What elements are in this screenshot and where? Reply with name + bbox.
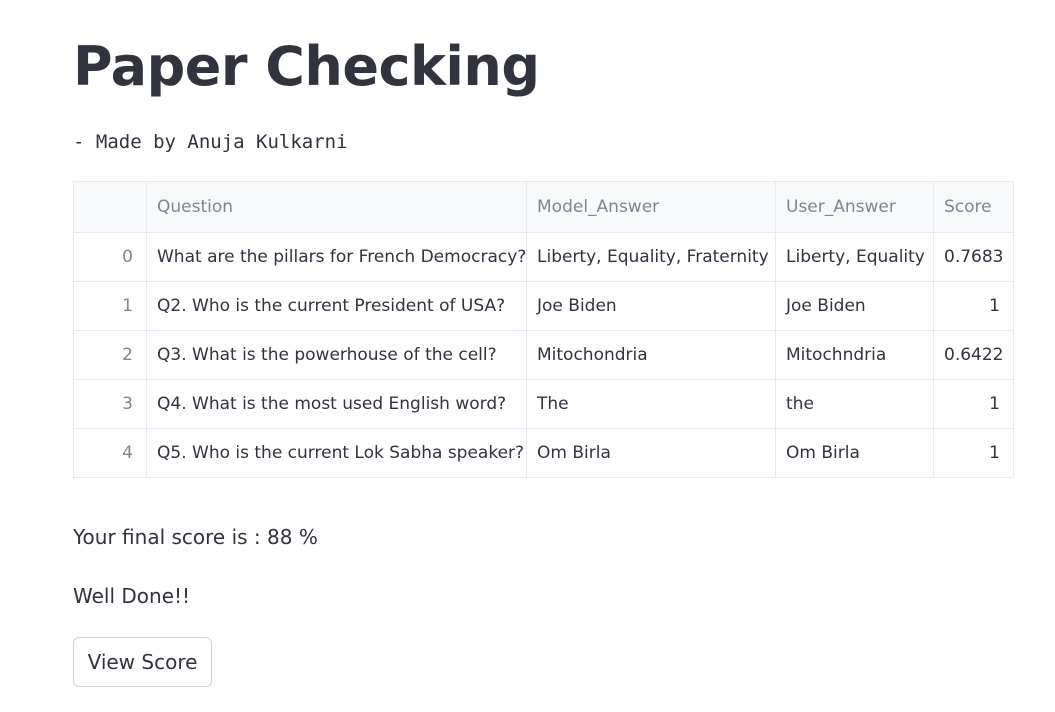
row-index: 3 xyxy=(73,379,147,429)
final-score-text: Your final score is : 88 % xyxy=(73,525,318,549)
row-index: 4 xyxy=(73,428,147,478)
row-index: 2 xyxy=(73,330,147,380)
column-header-question[interactable]: Question xyxy=(146,181,527,233)
results-table: Question Model_Answer User_Answer Score … xyxy=(73,181,1014,478)
model-answer-cell: Joe Biden xyxy=(526,281,776,331)
question-cell: Q2. Who is the current President of USA? xyxy=(146,281,527,331)
user-answer-cell: Mitochndria xyxy=(775,330,934,380)
user-answer-cell: the xyxy=(775,379,934,429)
score-cell: 1 xyxy=(933,379,1014,429)
user-answer-cell: Om Birla xyxy=(775,428,934,478)
table-row: 2 Q3. What is the powerhouse of the cell… xyxy=(73,330,1014,380)
question-cell: Q5. Who is the current Lok Sabha speaker… xyxy=(146,428,527,478)
result-message: Well Done!! xyxy=(73,584,191,608)
author-credit: - Made by Anuja Kulkarni xyxy=(73,131,348,153)
model-answer-cell: Mitochondria xyxy=(526,330,776,380)
question-cell: Q4. What is the most used English word? xyxy=(146,379,527,429)
model-answer-cell: Liberty, Equality, Fraternity xyxy=(526,232,776,282)
score-cell: 1 xyxy=(933,428,1014,478)
table-row: 1 Q2. Who is the current President of US… xyxy=(73,281,1014,331)
table-header-row: Question Model_Answer User_Answer Score xyxy=(73,181,1014,233)
score-cell: 0.6422 xyxy=(933,330,1014,380)
model-answer-cell: Om Birla xyxy=(526,428,776,478)
user-answer-cell: Joe Biden xyxy=(775,281,934,331)
page-title: Paper Checking xyxy=(73,35,540,98)
score-cell: 1 xyxy=(933,281,1014,331)
score-cell: 0.7683 xyxy=(933,232,1014,282)
table-row: 0 What are the pillars for French Democr… xyxy=(73,232,1014,282)
question-cell: What are the pillars for French Democrac… xyxy=(146,232,527,282)
column-header-model-answer[interactable]: Model_Answer xyxy=(526,181,776,233)
user-answer-cell: Liberty, Equality xyxy=(775,232,934,282)
question-cell: Q3. What is the powerhouse of the cell? xyxy=(146,330,527,380)
column-header-user-answer[interactable]: User_Answer xyxy=(775,181,934,233)
model-answer-cell: The xyxy=(526,379,776,429)
column-header-index[interactable] xyxy=(73,181,147,233)
row-index: 1 xyxy=(73,281,147,331)
column-header-score[interactable]: Score xyxy=(933,181,1014,233)
table-row: 3 Q4. What is the most used English word… xyxy=(73,379,1014,429)
table-row: 4 Q5. Who is the current Lok Sabha speak… xyxy=(73,428,1014,478)
row-index: 0 xyxy=(73,232,147,282)
view-score-button[interactable]: View Score xyxy=(73,637,212,687)
